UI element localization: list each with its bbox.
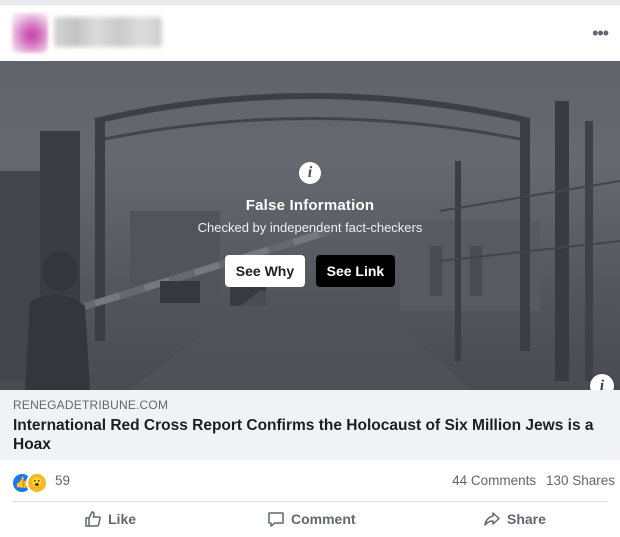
thumbs-up-icon [85,511,101,527]
warning-buttons: See Why See Link [0,255,620,287]
warning-subtitle: Checked by independent fact-checkers [197,220,423,235]
post-actions: Like Comment Share [0,502,620,537]
comment-button[interactable]: Comment [267,502,356,537]
like-button[interactable]: Like [84,502,136,537]
share-arrow-icon [484,512,500,526]
warning-title: False Information [245,197,375,214]
avatar[interactable] [12,13,48,53]
engagement-counts: 44 Comments 130 Shares [446,473,615,488]
comments-count[interactable]: 44 Comments [452,473,536,488]
share-label: Share [507,511,546,527]
link-preview[interactable]: RENEGADETRIBUNE.COM International Red Cr… [0,390,620,460]
more-options-icon[interactable]: ••• [592,23,609,44]
post-image[interactable]: i False Information Checked by independe… [0,61,620,390]
comment-icon [268,512,284,527]
false-information-notice: i False Information Checked by independe… [0,156,620,235]
like-label: Like [108,511,137,527]
info-icon: i [299,162,321,184]
author-name-blurred[interactable] [54,17,162,47]
reaction-count[interactable]: 59 [55,473,70,488]
see-link-button[interactable]: See Link [315,255,396,287]
comment-label: Comment [291,511,356,527]
see-why-button[interactable]: See Why [224,255,306,287]
link-domain: RENEGADETRIBUNE.COM [13,398,169,412]
post-header: ••• [0,5,620,61]
shares-count[interactable]: 130 Shares [546,473,615,488]
reaction-stats: 👍 😮 59 44 Comments 130 Shares [0,460,620,501]
link-headline[interactable]: International Red Cross Report Confirms … [13,416,603,454]
wow-icon: 😮 [26,472,48,494]
share-button[interactable]: Share [483,502,546,537]
